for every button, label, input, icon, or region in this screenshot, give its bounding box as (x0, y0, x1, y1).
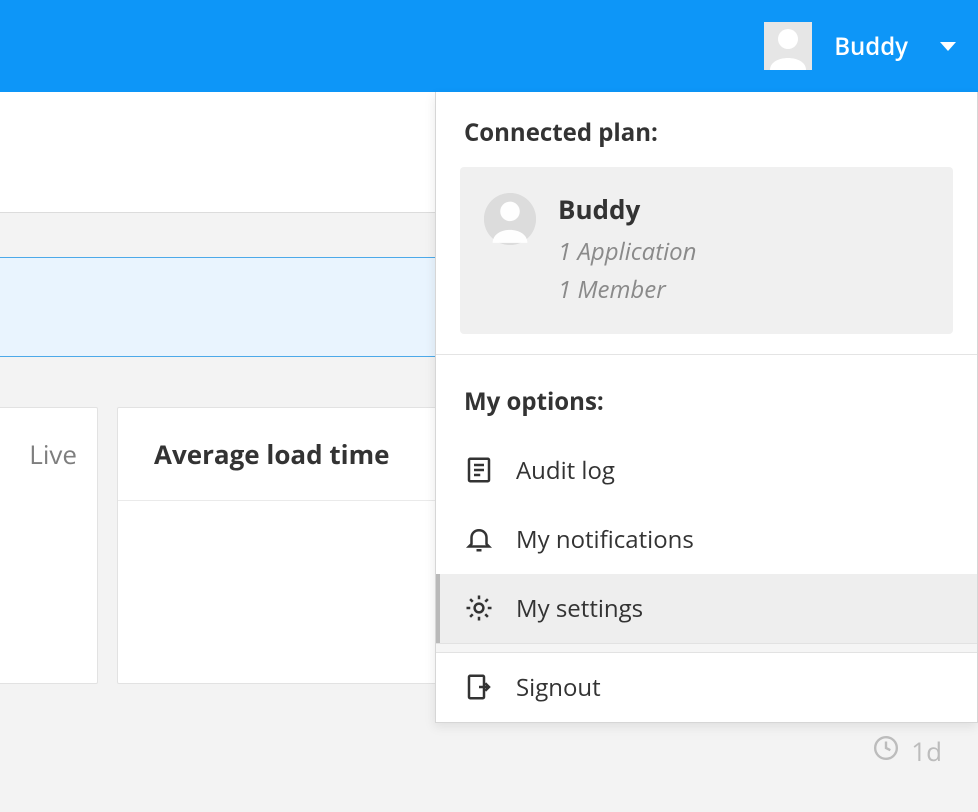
user-dropdown: Connected plan: Buddy 1 Application 1 Me… (435, 92, 978, 723)
avatar-icon (764, 22, 812, 70)
list-icon (464, 455, 494, 485)
connected-plan-card[interactable]: Buddy 1 Application 1 Member (460, 167, 953, 334)
user-menu-trigger[interactable]: Buddy (764, 22, 956, 70)
menu-item-audit-log[interactable]: Audit log (436, 436, 977, 505)
menu-item-signout[interactable]: Signout (436, 653, 977, 722)
connected-plan-heading: Connected plan: (436, 92, 977, 167)
plan-info: Buddy 1 Application 1 Member (558, 191, 697, 310)
top-bar: Buddy (0, 0, 978, 92)
options-list: Audit log My notifications My settings S… (436, 436, 977, 722)
gear-icon (464, 593, 494, 623)
section-divider (436, 643, 977, 653)
menu-item-my-settings[interactable]: My settings (436, 574, 977, 643)
bell-icon (464, 524, 494, 554)
menu-item-my-notifications[interactable]: My notifications (436, 505, 977, 574)
card-live: Live (0, 407, 98, 684)
plan-name: Buddy (558, 191, 697, 227)
menu-label: My notifications (516, 523, 694, 556)
signout-icon (464, 672, 494, 702)
plan-app-count: 1 Application (558, 233, 697, 271)
menu-label: Audit log (516, 454, 615, 487)
time-range-indicator[interactable]: 1d (873, 733, 942, 769)
section-divider (436, 354, 977, 355)
time-range-label: 1d (911, 733, 942, 769)
plan-member-count: 1 Member (558, 271, 697, 309)
user-name: Buddy (834, 30, 908, 63)
my-options-heading: My options: (436, 361, 977, 436)
chevron-down-icon (940, 42, 956, 51)
live-label: Live (0, 436, 77, 472)
clock-icon (873, 733, 899, 769)
plan-avatar-icon (484, 193, 536, 245)
menu-label: My settings (516, 592, 643, 625)
menu-label: Signout (516, 671, 601, 704)
